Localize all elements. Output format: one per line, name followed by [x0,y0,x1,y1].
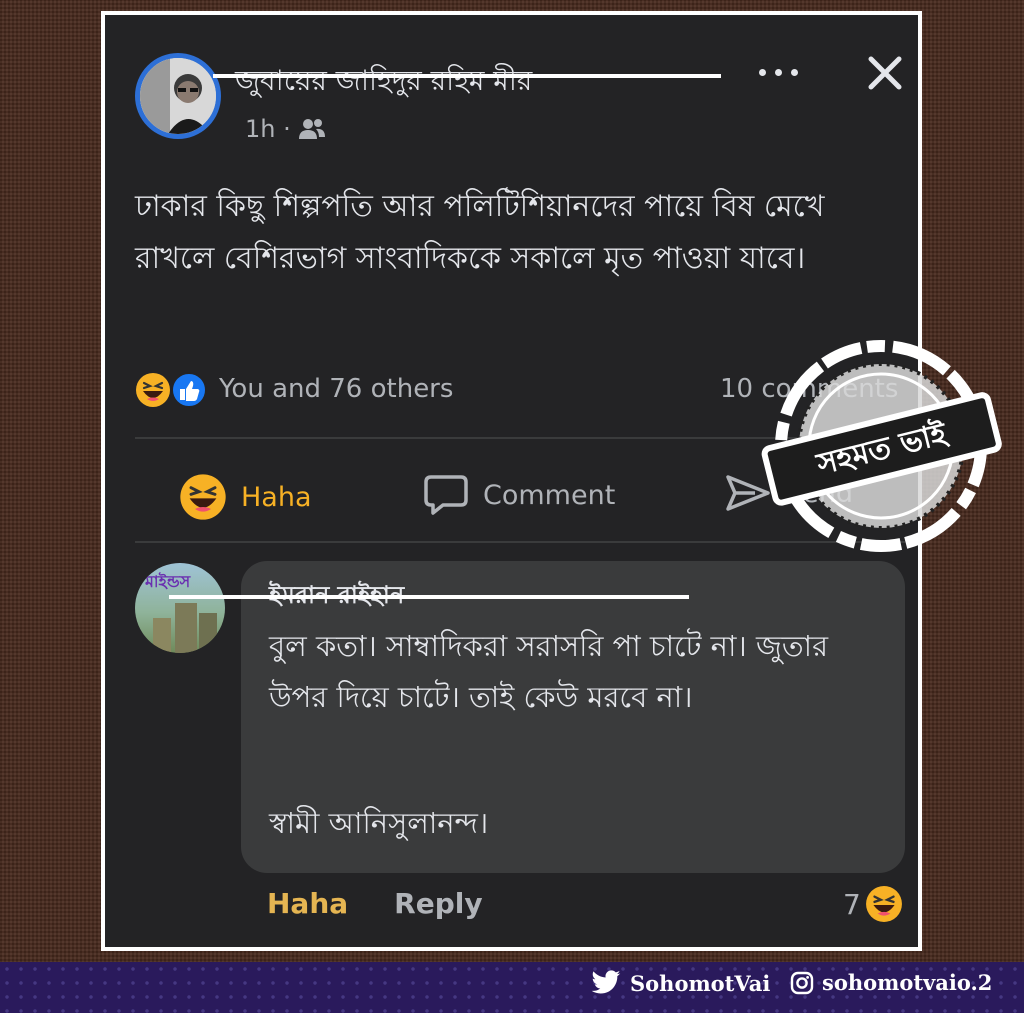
author-redaction-line [213,74,721,78]
post-meta: 1h · [245,115,327,143]
commenter-avatar-graphic [153,603,217,653]
haha-reaction-icon [136,373,170,407]
comment-reply-button[interactable]: Reply [394,887,482,920]
comment-body: বুল কতা। সাম্বাদিকরা সরাসরি পা চাটে না। … [269,629,829,714]
footer-bar: SohomotVai sohomotvaio.2 [0,962,1024,1013]
commenter-redaction-line [169,595,689,599]
instagram-link[interactable]: sohomotvaio.2 [790,970,992,995]
comment-actions: Haha Reply [267,887,483,920]
comment-haha-button[interactable]: Haha [267,887,348,920]
post-header: জুবায়ের জাহিদুর রহিম মীর 1h · [105,15,918,165]
comment-signature: স্বামী আনিসুলানন্দ। [269,806,489,840]
haha-reaction-icon [865,886,902,922]
sohomot-vai-stamp: সহমত ভাই [761,340,1002,552]
twitter-icon [591,970,621,994]
post-time[interactable]: 1h · [245,115,291,143]
comment-reaction-summary[interactable]: 7 [843,885,903,923]
comment-icon [424,475,468,515]
commenter-avatar[interactable]: মাইন্ডস [135,563,225,653]
instagram-icon [790,971,814,994]
reaction-icons [136,372,207,408]
more-dot-icon [759,69,766,76]
more-dot-icon [775,69,782,76]
instagram-handle: sohomotvaio.2 [822,970,993,995]
like-reaction-icon [171,372,207,408]
comment-reaction-count: 7 [843,887,861,921]
friends-audience-icon[interactable] [297,117,327,141]
more-dot-icon [791,69,798,76]
comment-bubble: ইমরান রাইহান বুল কতা। সাম্বাদিকরা সরাসরি… [241,561,905,873]
author-photo [140,58,216,134]
reactions-count-text[interactable]: You and 76 others [219,374,453,404]
author-avatar[interactable] [135,53,221,139]
post-text: ঢাকার কিছু শিল্পপতি আর পলিটিশিয়ানদের পা… [135,189,825,276]
close-button[interactable] [863,51,907,95]
twitter-handle: SohomotVai [630,970,771,996]
haha-react-button[interactable]: Haha [179,473,312,521]
haha-icon [180,474,226,520]
twitter-link[interactable]: SohomotVai [590,970,770,996]
comment-label: Comment [483,479,616,511]
close-icon [868,56,902,90]
comment-button[interactable]: Comment [423,473,615,517]
more-options-button[interactable] [757,57,801,87]
post-author-name[interactable]: জুবায়ের জাহিদুর রহিম মীর [235,59,532,106]
haha-react-label: Haha [241,481,312,513]
